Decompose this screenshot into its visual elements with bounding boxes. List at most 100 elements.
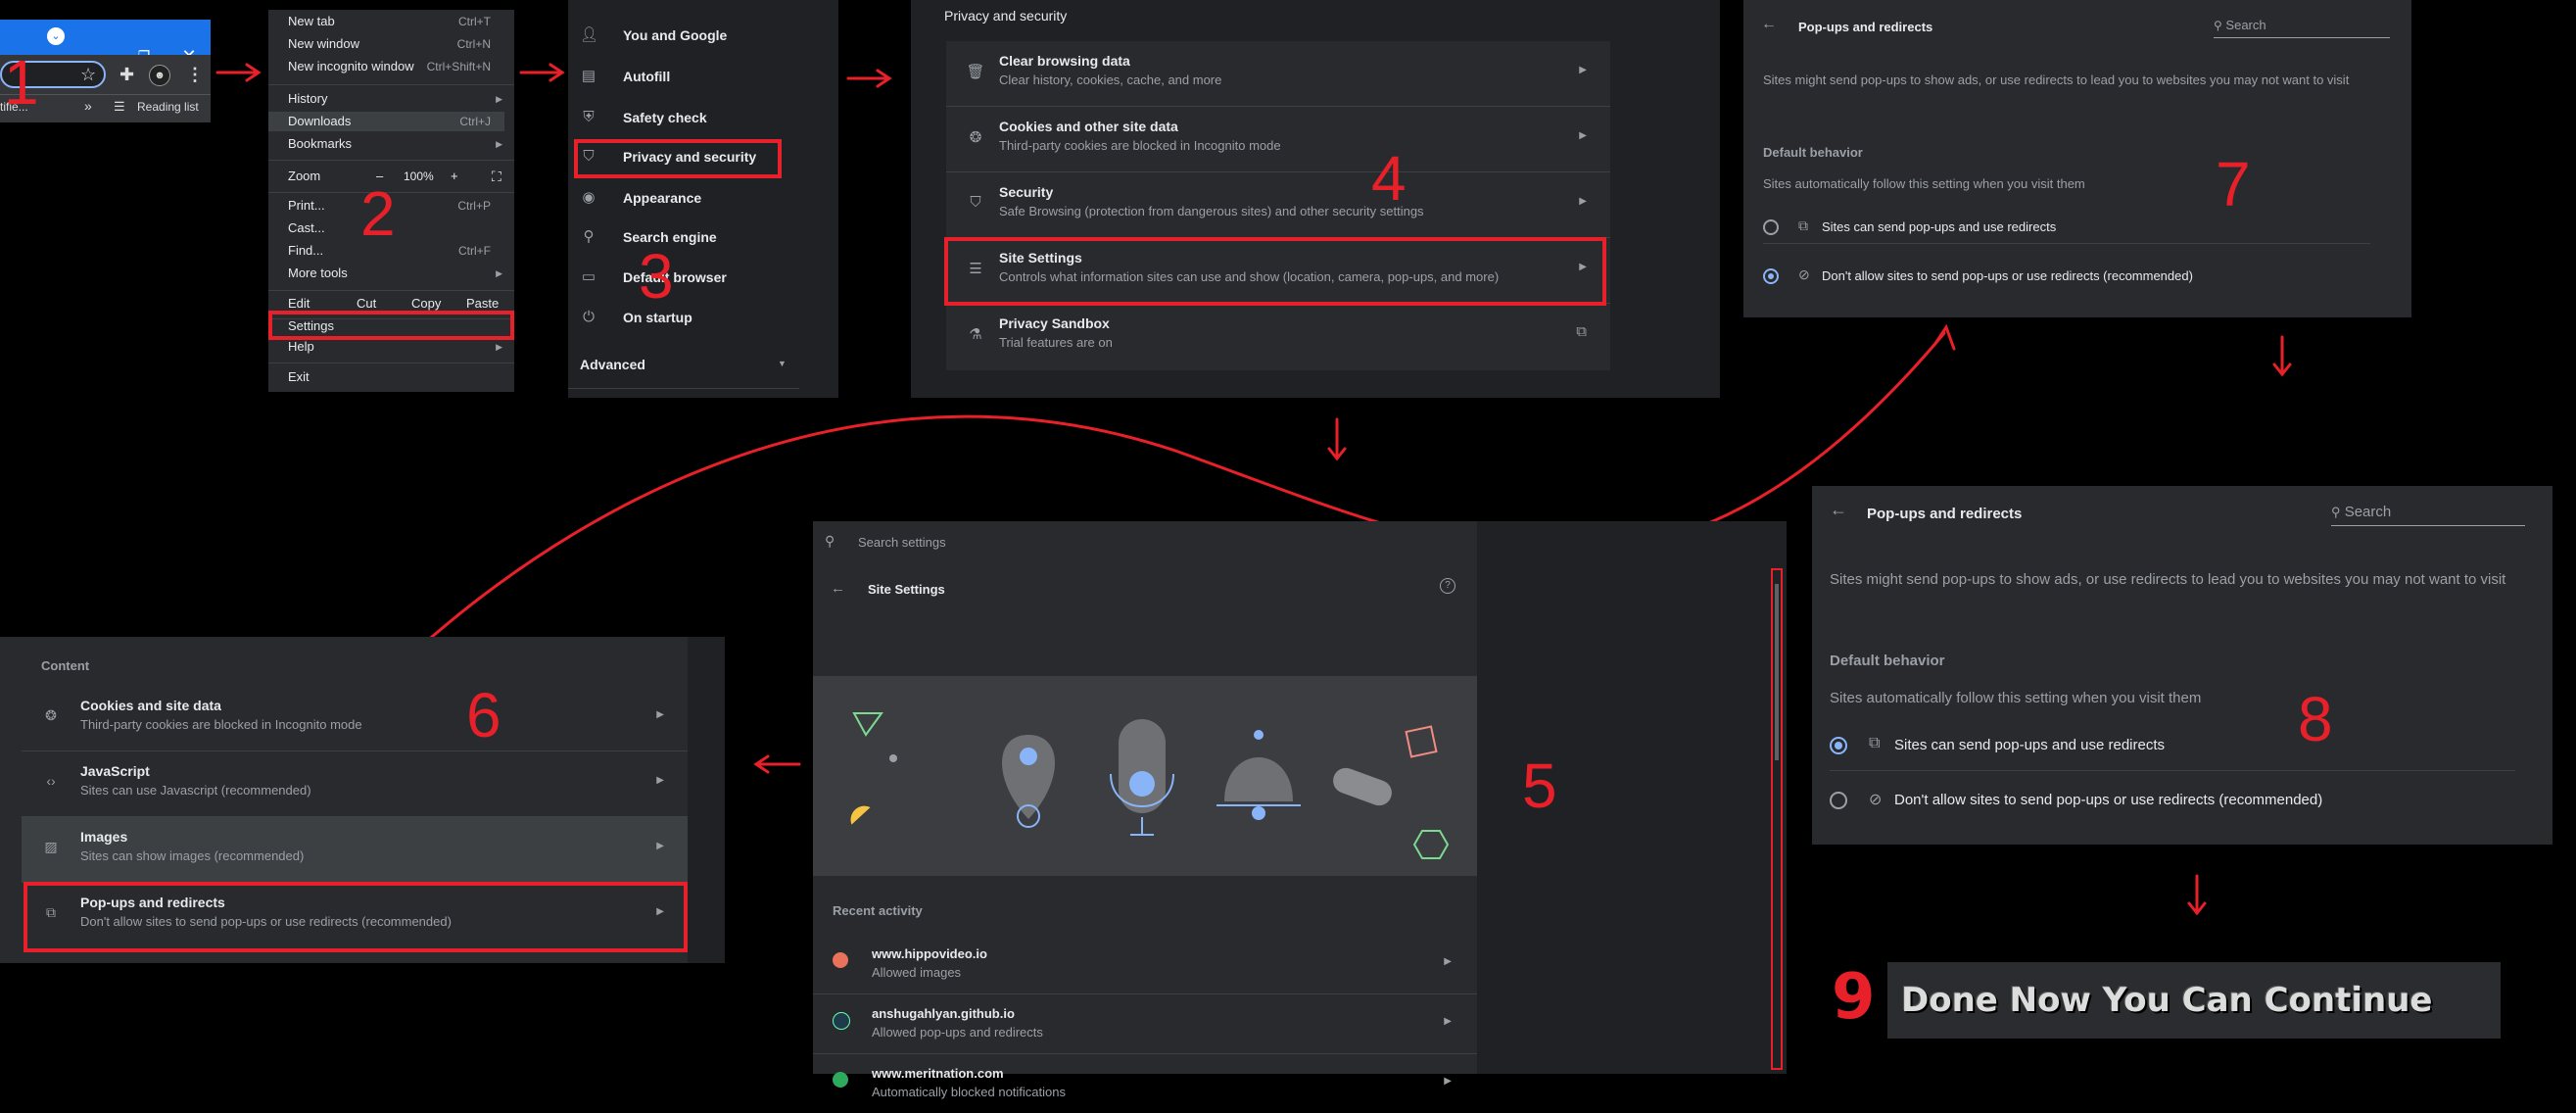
menu-new-tab[interactable]: New tab Ctrl+T <box>288 12 504 31</box>
popup-open-icon: ⧉ <box>1798 218 1808 233</box>
content-row-javascript[interactable]: ‹› JavaScript Sites can use Javascript (… <box>22 751 688 817</box>
scrollbar[interactable] <box>1771 568 1783 1070</box>
step-number: 9 <box>1832 961 1876 1034</box>
section-title: Privacy and security <box>944 8 1068 24</box>
row-security[interactable]: ⛉ Security Safe Browsing (protection fro… <box>946 172 1610 238</box>
sidebar-item-appearance[interactable]: ◉ Appearance <box>568 180 838 216</box>
row-clear-browsing-data[interactable]: 🗑︎ Clear browsing data Clear history, co… <box>946 41 1610 107</box>
shortcut: Ctrl+F <box>458 244 491 258</box>
menu-find[interactable]: Find... Ctrl+F <box>288 241 504 261</box>
menu-print[interactable]: Print... Ctrl+P <box>288 196 504 216</box>
menu-cast[interactable]: Cast... <box>288 218 504 238</box>
advanced-label: Advanced <box>580 357 645 372</box>
option-allow[interactable]: ⧉ Sites can send pop-ups and use redirec… <box>1763 218 2370 244</box>
shield-check-icon: ⛨ <box>583 109 595 125</box>
popup-blocked-icon: ⊘ <box>1798 266 1810 282</box>
row-title: Cookies and site data <box>80 698 221 713</box>
sidebar-item-safety-check[interactable]: ⛨ Safety check <box>568 100 838 135</box>
row-desc: Third-party cookies are blocked in Incog… <box>80 717 362 732</box>
reading-list-icon: ☰ <box>114 99 125 114</box>
menu-help[interactable]: Help ▶ <box>288 337 504 357</box>
site-settings-main: ← Site Settings ? Recent activity www.hi… <box>813 566 1477 1099</box>
chevron-right-icon: ▶ <box>1444 1016 1452 1027</box>
row-privacy-sandbox[interactable]: ⚗ Privacy Sandbox Trial features are on … <box>946 304 1610 368</box>
radio-allow[interactable] <box>1763 219 1779 235</box>
highlight-popups <box>24 882 688 952</box>
content-row-cookies[interactable]: ❂ Cookies and site data Third-party cook… <box>22 686 688 751</box>
step-number: 8 <box>2298 684 2333 754</box>
back-arrow-icon[interactable]: ← <box>831 580 845 597</box>
highlight-privacy <box>574 139 782 178</box>
section-heading: Default behavior <box>1830 653 1945 669</box>
row-cookies[interactable]: ❂ Cookies and other site data Third-part… <box>946 107 1610 172</box>
popups-panel-block: ← Pop-ups and redirects ⚲ Search Sites m… <box>1743 0 2411 317</box>
sidebar-advanced[interactable]: Advanced ▼ <box>580 357 795 372</box>
menu-history[interactable]: History ▶ <box>288 89 504 109</box>
menu-exit[interactable]: Exit <box>288 367 504 387</box>
star-icon[interactable]: ☆ <box>80 61 96 88</box>
reading-list-button[interactable]: Reading list <box>137 100 199 114</box>
search-input[interactable]: ⚲ Search <box>2214 18 2390 38</box>
menu-bookmarks[interactable]: Bookmarks ▶ <box>288 134 504 154</box>
shield-icon: ⛉ <box>970 194 981 211</box>
content-row-images[interactable]: ▨ Images Sites can show images (recommen… <box>22 817 688 883</box>
menu-label: History <box>288 91 328 106</box>
sidebar-item-on-startup[interactable]: ⏻ On startup <box>568 300 838 335</box>
tab-search-icon[interactable]: ⌄ <box>47 27 65 45</box>
chevron-right-icon: ▶ <box>1444 1076 1452 1087</box>
row-desc: Trial features are on <box>999 335 1113 350</box>
site-settings-illustration <box>813 676 1477 876</box>
row-desc: Third-party cookies are blocked in Incog… <box>999 138 1281 153</box>
browser-icon: ▭ <box>581 268 596 285</box>
fullscreen-icon[interactable]: ⛶ <box>492 164 501 189</box>
search-input[interactable]: ⚲ Search <box>2331 504 2525 526</box>
scrollbar-thumb[interactable] <box>1775 584 1779 760</box>
back-arrow-icon[interactable]: ← <box>1761 16 1777 33</box>
more-bookmarks-icon[interactable]: » <box>84 98 92 114</box>
profile-icon[interactable]: ☻ <box>149 65 170 86</box>
zoom-in-button[interactable]: + <box>451 164 458 189</box>
kebab-menu-icon[interactable]: ⋮ <box>186 61 204 88</box>
row-title: JavaScript <box>80 763 150 779</box>
option-block[interactable]: ⊘ Don't allow sites to send pop-ups or u… <box>1830 790 2515 819</box>
radio-allow[interactable] <box>1830 737 1847 754</box>
menu-downloads[interactable]: Downloads Ctrl+J <box>268 112 504 131</box>
chevron-right-icon: ▶ <box>656 841 664 851</box>
settings-sidebar: 👤︎ You and Google ▤ Autofill ⛨ Safety check… <box>568 0 838 398</box>
radio-block[interactable] <box>1763 268 1779 284</box>
section-heading: Recent activity <box>833 903 923 918</box>
sidebar-item-search-engine[interactable]: ⚲ Search engine <box>568 219 838 255</box>
radio-block[interactable] <box>1830 792 1847 809</box>
chevron-right-icon: ▶ <box>1579 196 1587 207</box>
image-icon: ▨ <box>44 839 58 854</box>
done-banner: Done Now You Can Continue <box>1887 962 2501 1039</box>
sidebar-item-you-and-google[interactable]: 👤︎ You and Google <box>568 18 838 53</box>
site-name: www.hippovideo.io <box>872 946 987 961</box>
back-arrow-icon[interactable]: ← <box>1830 500 1847 520</box>
section-subtitle: Sites automatically follow this setting … <box>1763 176 2085 191</box>
option-allow[interactable]: ⧉ Sites can send pop-ups and use redirec… <box>1830 735 2515 771</box>
search-placeholder: Search settings <box>858 535 946 550</box>
submenu-arrow-icon: ▶ <box>496 268 502 278</box>
recent-activity-item[interactable]: www.hippovideo.io Allowed images ▶ <box>813 935 1477 994</box>
option-label: Don't allow sites to send pop-ups or use… <box>1822 268 2193 283</box>
option-label: Sites can send pop-ups and use redirects <box>1894 737 2165 753</box>
settings-search-bar[interactable]: ⚲ Search settings <box>813 521 1477 566</box>
step-number: 6 <box>466 680 501 750</box>
chevron-right-icon: ▶ <box>1579 130 1587 141</box>
recent-activity-item[interactable]: anshugahlyan.github.io Allowed pop-ups a… <box>813 994 1477 1054</box>
site-detail: Allowed images <box>872 965 962 980</box>
menu-new-incognito[interactable]: New incognito window Ctrl+Shift+N <box>288 57 504 76</box>
menu-more-tools[interactable]: More tools ▶ <box>288 264 504 283</box>
recent-activity-item[interactable]: www.meritnation.com Automatically blocke… <box>813 1054 1477 1113</box>
extensions-icon[interactable]: ✚ <box>119 61 134 88</box>
help-icon[interactable]: ? <box>1440 578 1455 594</box>
menu-new-window[interactable]: New window Ctrl+N <box>288 34 504 54</box>
step-number: 2 <box>360 178 396 249</box>
site-settings-panel: ⚲ Search settings ← Site Settings ? Rece… <box>813 521 1787 1099</box>
sidebar-item-default-browser[interactable]: ▭ Default browser <box>568 260 838 295</box>
option-block[interactable]: ⊘ Don't allow sites to send pop-ups or u… <box>1763 266 2370 292</box>
shortcut: Ctrl+N <box>456 37 491 51</box>
sidebar-item-label: You and Google <box>623 27 728 43</box>
sidebar-item-autofill[interactable]: ▤ Autofill <box>568 59 838 94</box>
